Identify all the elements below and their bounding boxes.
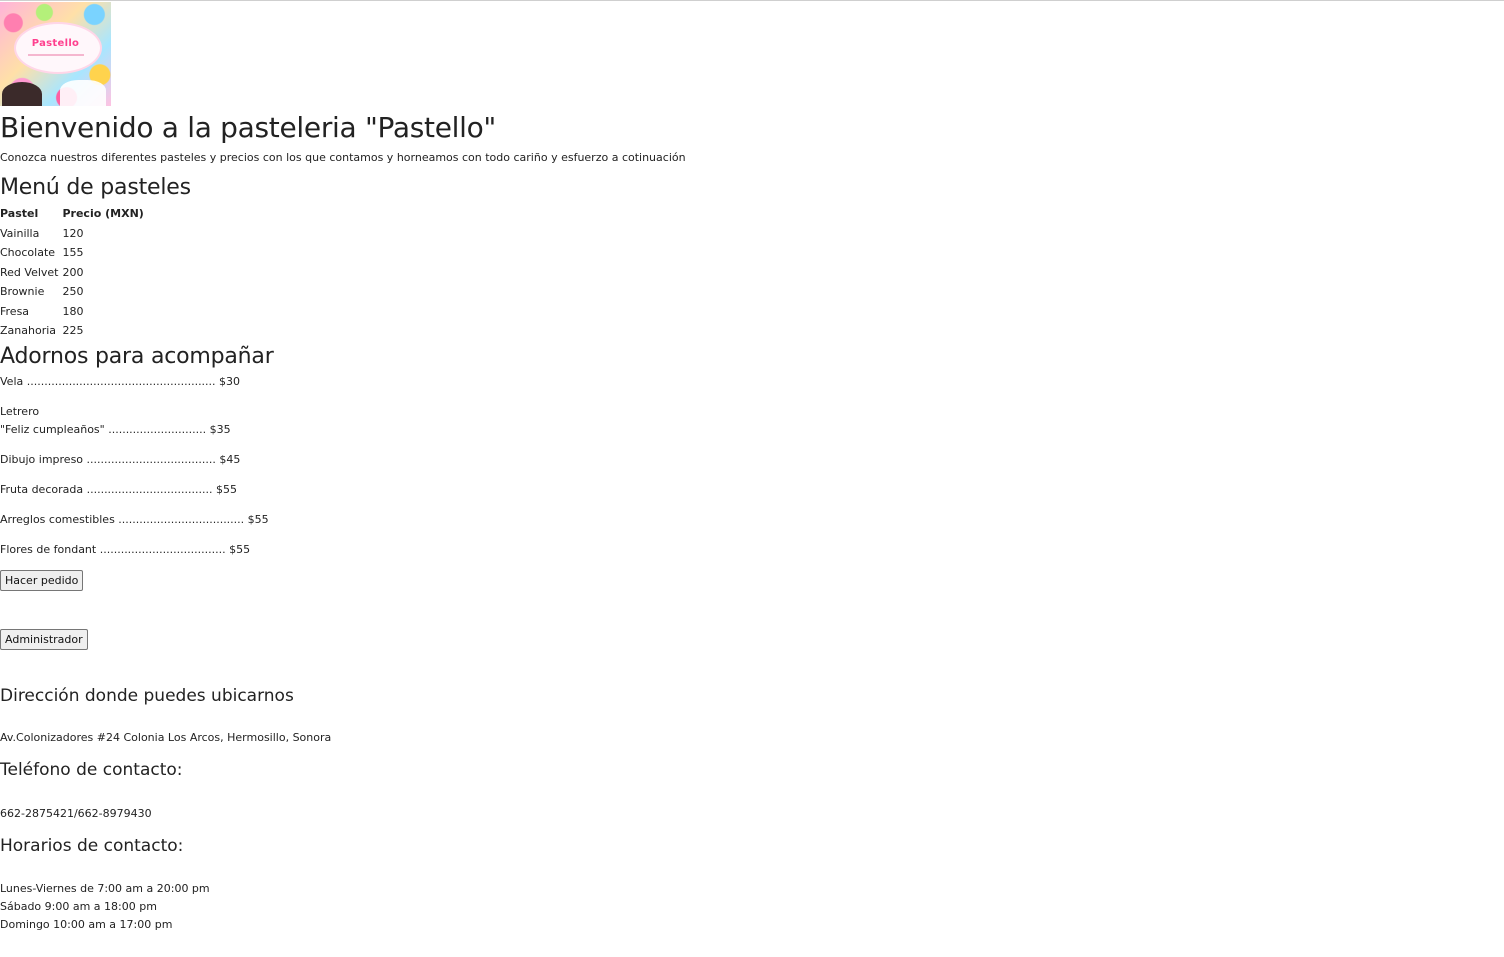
table-row: Fresa 180 (0, 302, 148, 322)
cake-name: Fresa (0, 304, 30, 318)
hours-heading: Horarios de contacto: (0, 835, 184, 856)
page: Pastello Bienvenido a la pasteleria "Pas… (0, 0, 1504, 934)
administrador-button[interactable]: Administrador (0, 628, 88, 650)
adorno-item: Dibujo impreso .........................… (0, 451, 1504, 469)
adorno-item-text: Letrero (0, 404, 40, 418)
adorno-item-text: "Feliz cumpleaños" .....................… (0, 422, 231, 436)
adorno-item-text: Fruta decorada .........................… (0, 482, 237, 496)
table-row: Vainilla 120 (0, 224, 148, 244)
page-subtitle: Conozca nuestros diferentes pasteles y p… (0, 151, 686, 164)
address-heading: Dirección donde puedes ubicarnos (0, 685, 294, 706)
hours-line: Lunes-Viernes de 7:00 am a 20:00 pm (0, 881, 210, 895)
logo-decoration (2, 82, 42, 106)
adornos-heading: Adornos para acompañar (0, 343, 274, 369)
cake-name: Brownie (0, 285, 45, 299)
cake-name: Chocolate (0, 246, 56, 260)
table-row: Chocolate 155 (0, 243, 148, 263)
adorno-item-text: Flores de fondant ......................… (0, 542, 251, 556)
page-title: Bienvenido a la pasteleria "Pastello" (0, 111, 496, 144)
adorno-item-text: Vela ...................................… (0, 374, 241, 388)
cake-name: Zanahoria (0, 324, 57, 338)
menu-table: Pastel Precio (MXN) Vainilla 120 Chocola… (0, 204, 148, 341)
pastello-logo-image: Pastello (0, 2, 111, 106)
table-row: Red Velvet 200 (0, 263, 148, 283)
admin-button-row: Administrador (0, 628, 1504, 650)
order-button-row: Hacer pedido (0, 569, 1504, 591)
adorno-item-text: Dibujo impreso .........................… (0, 452, 241, 466)
adorno-item: Fruta decorada .........................… (0, 481, 1504, 499)
hours-line: Sábado 9:00 am a 18:00 pm (0, 899, 157, 913)
table-row: Brownie 250 (0, 282, 148, 302)
logo-underline (28, 54, 84, 56)
logo-decoration (60, 80, 106, 106)
adorno-item-text: Arreglos comestibles ...................… (0, 512, 269, 526)
cake-price: 120 (62, 226, 84, 240)
table-row: Zanahoria 225 (0, 321, 148, 341)
cake-name: Red Velvet (0, 265, 59, 279)
cake-price: 155 (62, 246, 84, 260)
address-text: Av.Colonizadores #24 Colonia Los Arcos, … (0, 730, 332, 744)
hours-line: Domingo 10:00 am a 17:00 pm (0, 917, 173, 931)
phone-text: 662-2875421/662-8979430 (0, 806, 152, 820)
table-header-row: Pastel Precio (MXN) (0, 204, 148, 224)
menu-heading: Menú de pasteles (0, 175, 191, 200)
adorno-item: Letrero "Feliz cumpleaños" .............… (0, 403, 1504, 439)
hacer-pedido-button[interactable]: Hacer pedido (0, 569, 84, 591)
cake-price: 225 (62, 324, 84, 338)
adorno-item: Arreglos comestibles ...................… (0, 511, 1504, 529)
phone-heading: Teléfono de contacto: (0, 759, 183, 780)
cake-price: 200 (62, 265, 84, 279)
adorno-item: Vela ...................................… (0, 373, 1504, 391)
cake-price: 250 (62, 285, 84, 299)
adorno-item: Flores de fondant ......................… (0, 541, 1504, 559)
column-header-precio: Precio (MXN) (62, 207, 144, 221)
cake-price: 180 (62, 304, 84, 318)
cake-name: Vainilla (0, 226, 40, 240)
logo-text: Pastello (31, 38, 80, 49)
column-header-pastel: Pastel (0, 207, 39, 221)
